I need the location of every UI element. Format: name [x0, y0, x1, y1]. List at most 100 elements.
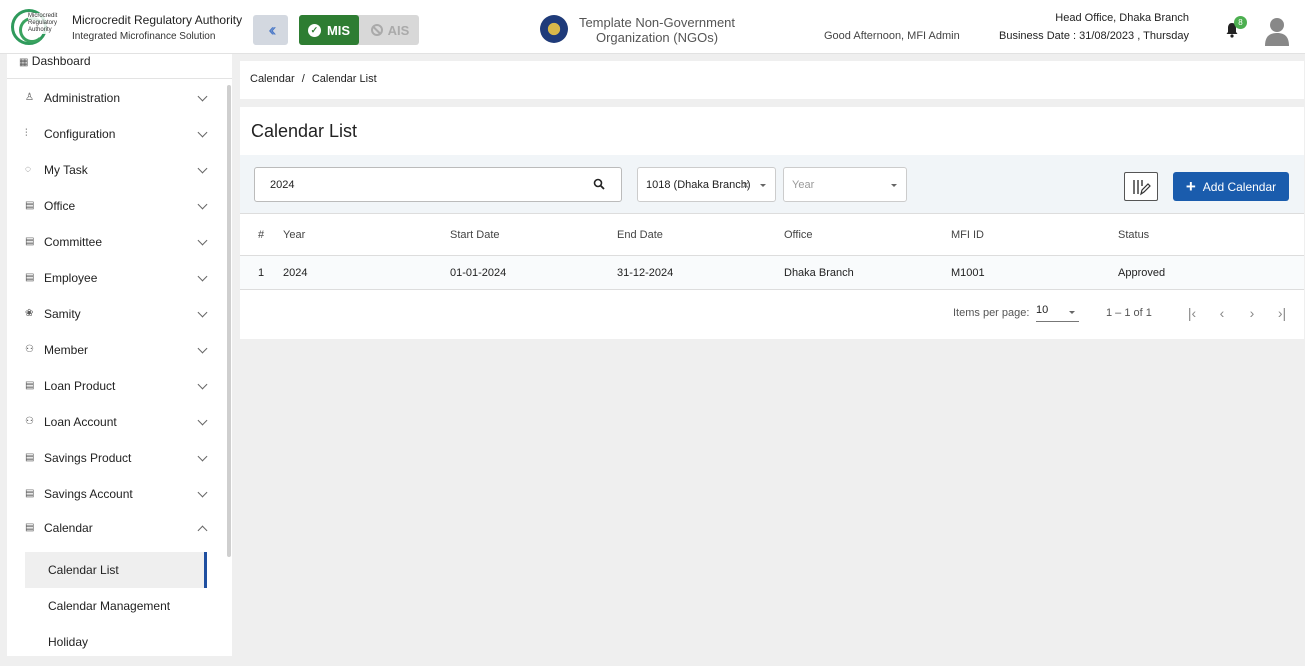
column-header[interactable]: MFI ID [951, 213, 1118, 256]
breadcrumb: Calendar / Calendar List [250, 73, 377, 85]
sidebar: ▦ Dashboard ♙ Administration ⫶ Configura… [7, 54, 232, 656]
ais-label: AIS [387, 22, 410, 38]
sidebar-item-committee[interactable]: ▤ Committee [7, 227, 222, 257]
search-box [254, 167, 622, 202]
sidebar-item-dashboard[interactable]: ▦ Dashboard [19, 54, 91, 68]
check-circle-icon: ✓ [307, 23, 321, 37]
chevron-down-icon [197, 487, 208, 498]
sidebar-item-savings-account[interactable]: ▤ Savings Account [7, 479, 222, 509]
sidebar-item-label: Savings Product [44, 451, 132, 465]
caret-down-icon [760, 184, 766, 187]
ban-icon [370, 24, 383, 36]
caret-down-icon [1069, 311, 1075, 314]
items-per-page-select[interactable]: 10 [1036, 304, 1079, 322]
employee-icon: ▤ [25, 272, 35, 283]
sidebar-item-configuration[interactable]: ⫶ Configuration [7, 119, 222, 149]
ais-mode-button[interactable]: AIS [361, 15, 419, 45]
sidebar-item-calendar[interactable]: ▤ Calendar [7, 513, 222, 543]
sidebar-item-label: Savings Account [44, 487, 133, 501]
org-title: Microcredit Regulatory Authority [72, 13, 243, 27]
mis-label: MIS [326, 22, 351, 38]
office-select[interactable]: 1018 (Dhaka Branch) × [637, 167, 776, 202]
first-page-icon[interactable]: |‹ [1182, 303, 1202, 323]
column-edit-icon [1133, 179, 1151, 195]
add-calendar-label: Add Calendar [1202, 179, 1277, 194]
items-per-page-label: Items per page: [953, 307, 1030, 319]
clear-icon[interactable]: × [742, 178, 749, 192]
divider [7, 78, 232, 79]
admin-icon: ♙ [25, 92, 34, 103]
mis-mode-button[interactable]: ✓ MIS [299, 15, 359, 45]
document-icon: ▤ [25, 200, 35, 211]
last-page-icon[interactable]: ›| [1272, 303, 1292, 323]
column-header[interactable]: Status [1118, 213, 1304, 256]
table-header-row: # Year Start Date End Date Office MFI ID… [240, 213, 1304, 256]
page-title: Calendar List [251, 121, 358, 141]
table-cell: 1 [240, 255, 283, 290]
column-header[interactable]: Office [784, 213, 951, 256]
logo-text: Microcredit Regulatory Authority [28, 13, 68, 34]
breadcrumb-separator: / [301, 73, 305, 85]
committee-icon: ▤ [25, 236, 35, 247]
calendar-table: # Year Start Date End Date Office MFI ID… [240, 213, 1304, 290]
table-cell: 2024 [283, 255, 450, 290]
chevron-down-icon [197, 451, 208, 462]
sidebar-subitem-calendar-management[interactable]: Calendar Management [25, 588, 207, 624]
caret-down-icon [891, 184, 897, 187]
sidebar-item-savings-product[interactable]: ▤ Savings Product [7, 443, 222, 473]
plus-icon: + [1185, 177, 1196, 196]
chevron-down-icon [197, 415, 208, 426]
breadcrumb-parent[interactable]: Calendar [250, 73, 295, 85]
sliders-icon: ⫶ [25, 128, 28, 139]
sidebar-item-label: Employee [44, 271, 98, 285]
sidebar-item-employee[interactable]: ▤ Employee [7, 263, 222, 293]
previous-page-icon[interactable]: ‹ [1212, 303, 1232, 323]
sidebar-item-label: Loan Account [44, 415, 117, 429]
column-header[interactable]: Start Date [450, 213, 617, 256]
sidebar-subitem-holiday[interactable]: Holiday [25, 624, 207, 656]
ngo-seal-icon [540, 15, 568, 43]
filter-bar: 1018 (Dhaka Branch) × Year + Add Calenda… [240, 155, 1304, 213]
sidebar-item-loan-account[interactable]: ⚇ Loan Account [7, 407, 222, 437]
sidebar-item-loan-product[interactable]: ▤ Loan Product [7, 371, 222, 401]
chevron-down-icon [197, 235, 208, 246]
sidebar-item-label: Calendar [44, 521, 93, 535]
document-icon: ▤ [25, 522, 35, 533]
document-icon: ▤ [25, 380, 35, 391]
member-icon: ⚇ [25, 344, 34, 355]
sidebar-item-label: My Task [44, 163, 88, 177]
collapse-sidebar-button[interactable]: ‹‹ [253, 15, 288, 45]
table-row[interactable]: 1 2024 01-01-2024 31-12-2024 Dhaka Branc… [240, 255, 1304, 290]
chevron-down-icon [197, 379, 208, 390]
year-select-placeholder: Year [792, 178, 815, 191]
search-icon[interactable] [593, 178, 605, 190]
double-chevron-left-icon: ‹‹ [268, 19, 277, 40]
sidebar-item-label: Configuration [44, 127, 116, 141]
sidebar-item-my-task[interactable]: ◌ My Task [7, 155, 222, 185]
next-page-icon[interactable]: › [1242, 303, 1262, 323]
table-cell: 01-01-2024 [450, 255, 617, 290]
sidebar-item-samity[interactable]: ❀ Samity [7, 299, 222, 329]
mode-toggle: ✓ MIS AIS [299, 15, 419, 45]
column-settings-button[interactable] [1124, 172, 1158, 201]
sidebar-scrollbar[interactable] [227, 85, 231, 557]
search-input[interactable] [255, 168, 585, 201]
table-cell: 31-12-2024 [617, 255, 784, 290]
status-cell: Approved [1118, 255, 1304, 290]
user-avatar[interactable] [1264, 16, 1290, 46]
member-icon: ⚇ [25, 416, 34, 427]
chevron-down-icon [197, 271, 208, 282]
paginator: Items per page: 10 1 – 1 of 1 |‹ ‹ › ›| [240, 291, 1304, 339]
add-calendar-button[interactable]: + Add Calendar [1173, 172, 1289, 201]
year-select[interactable]: Year [783, 167, 907, 202]
column-header[interactable]: End Date [617, 213, 784, 256]
column-header[interactable]: Year [283, 213, 450, 256]
sidebar-item-administration[interactable]: ♙ Administration [7, 83, 222, 113]
sidebar-item-office[interactable]: ▤ Office [7, 191, 222, 221]
sidebar-item-label: Loan Product [44, 379, 116, 393]
sidebar-item-member[interactable]: ⚇ Member [7, 335, 222, 365]
column-header[interactable]: # [240, 213, 283, 256]
breadcrumb-current: Calendar List [311, 73, 377, 85]
sidebar-subitem-calendar-list[interactable]: Calendar List [25, 552, 207, 588]
chevron-up-icon [197, 525, 208, 536]
